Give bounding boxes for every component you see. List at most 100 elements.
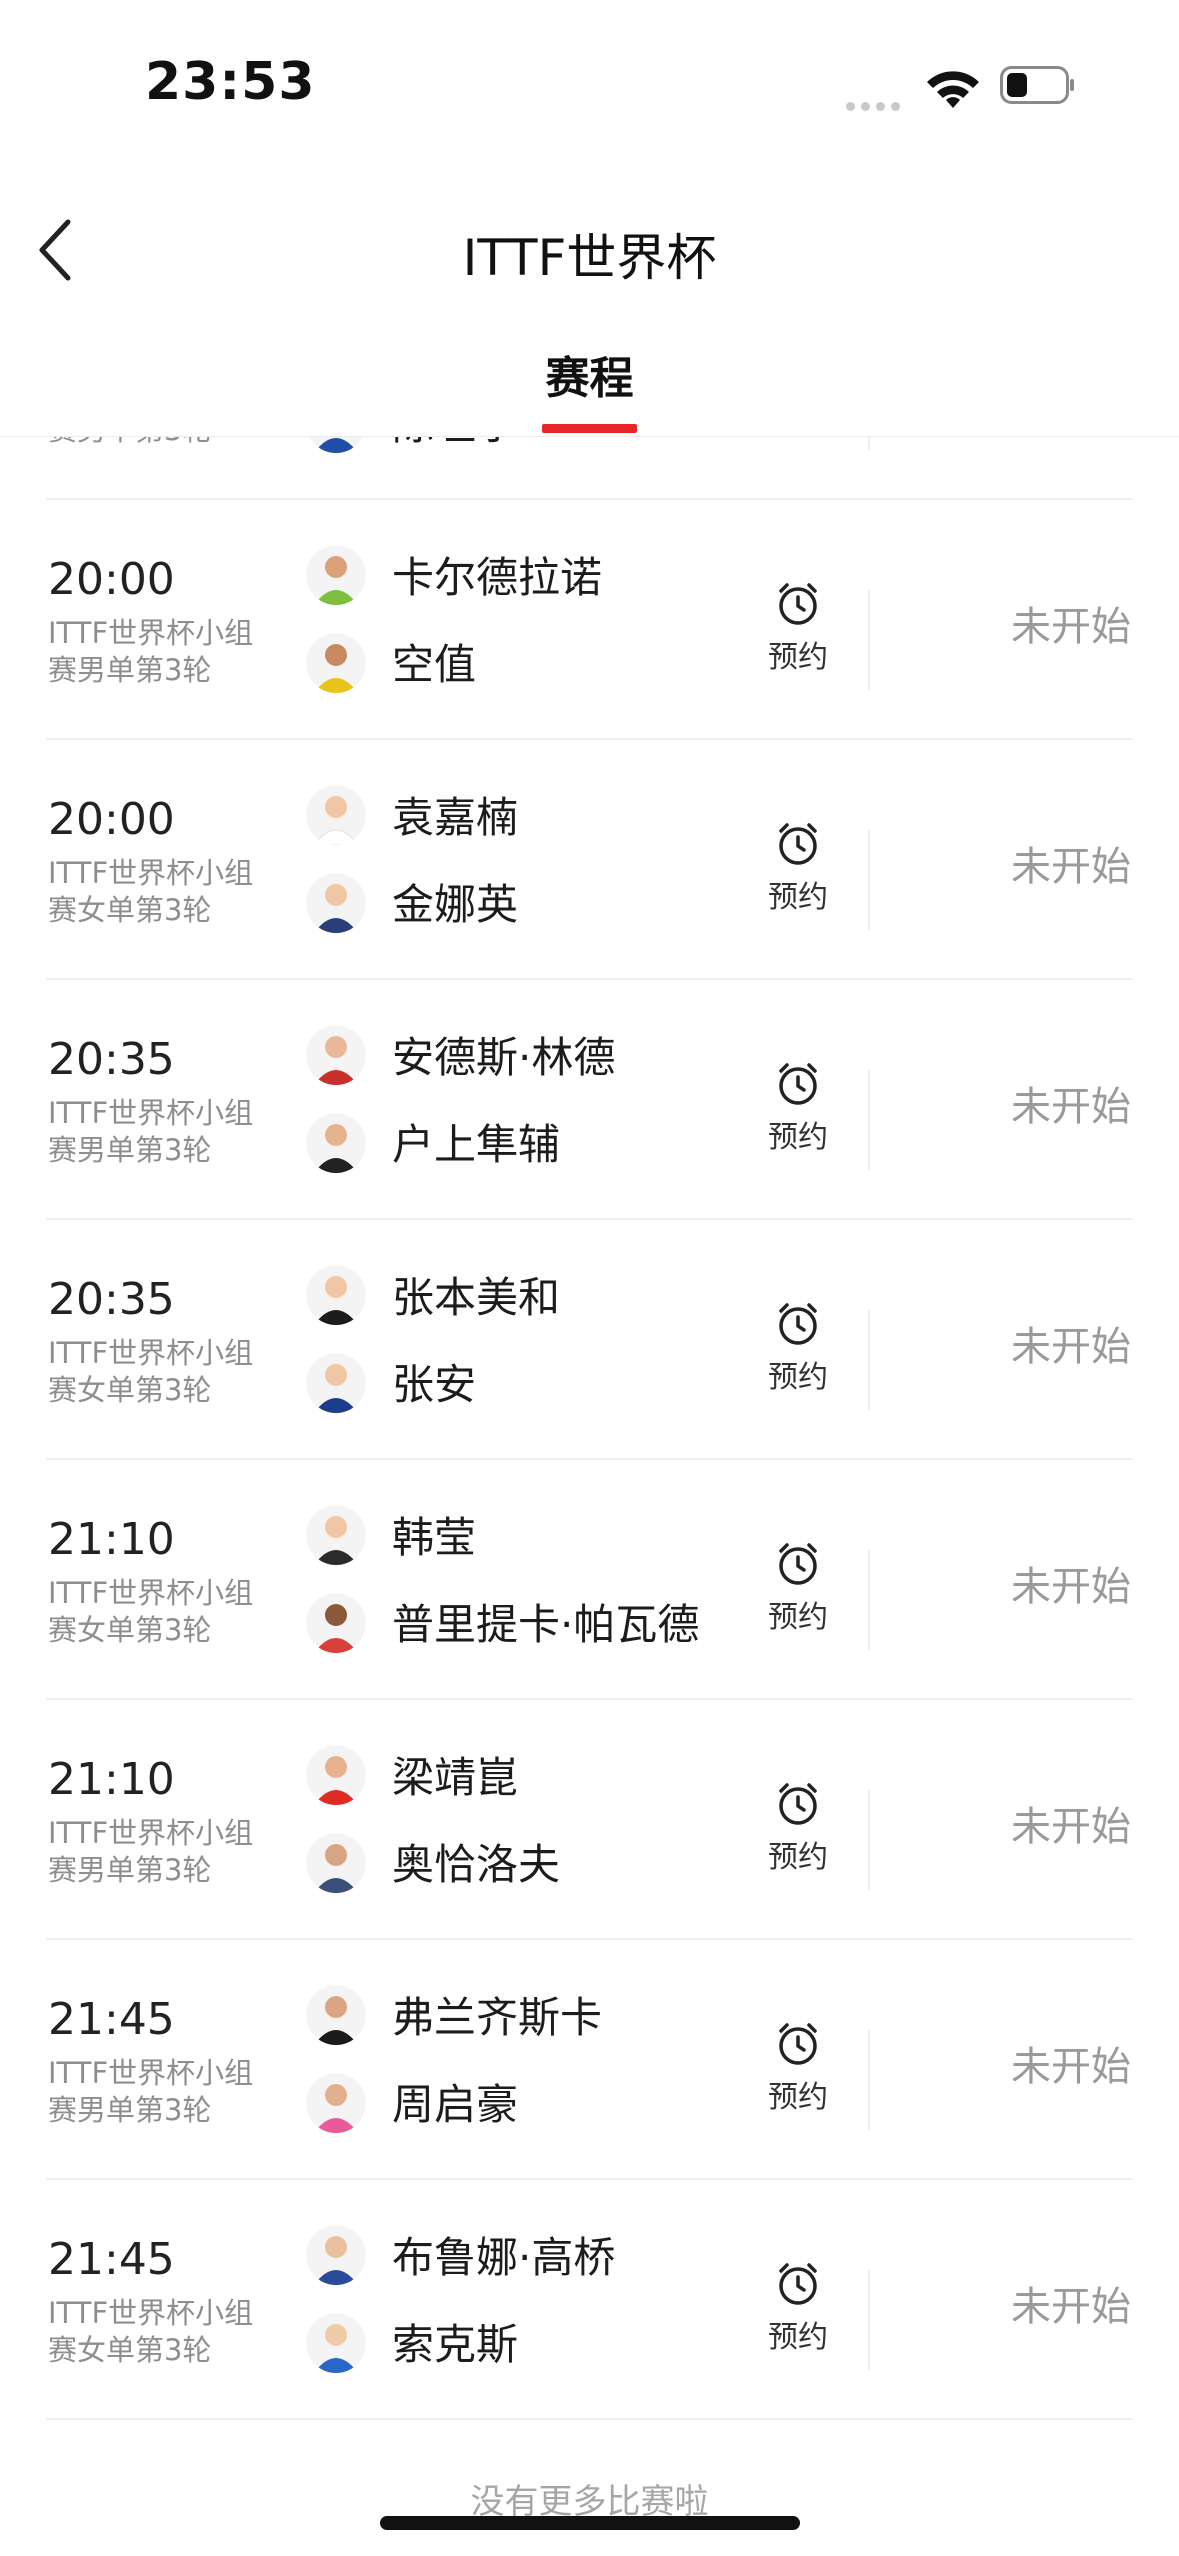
player-1-name: 韩莹	[392, 1513, 477, 1562]
reminder-label: 预约	[768, 640, 828, 675]
divider	[868, 1790, 870, 1890]
player-1-name: 袁嘉楠	[392, 793, 519, 842]
match-time: 20:35	[48, 1034, 175, 1085]
tab-schedule[interactable]: 赛程	[0, 342, 1179, 406]
player-avatar	[306, 1025, 366, 1085]
match-time: 21:45	[48, 2234, 175, 2285]
match-stage: ITTF世界杯小组赛男单第3轮	[48, 1096, 254, 1167]
player-2-name: 索克斯	[392, 2320, 519, 2369]
alarm-clock-icon	[779, 583, 817, 625]
navigation-bar: ITTF世界杯	[0, 170, 1179, 320]
reminder-label: 预约	[768, 1120, 828, 1155]
match-stage: ITTF世界杯小组赛女单第3轮	[48, 1336, 254, 1407]
match-status: 未开始	[1011, 1084, 1131, 1130]
reminder-button[interactable]: 预约	[760, 2020, 836, 2116]
match-row[interactable]: ITTF世界杯小组赛男单第3轮 陈垣宇 预约	[0, 437, 1179, 500]
match-row[interactable]: 20:35 ITTF世界杯小组赛男单第3轮 安德斯·林德 户上隼辅 预约 未开始	[0, 980, 1179, 1220]
status-time: 23:53	[145, 52, 316, 112]
match-row[interactable]: 20:35 ITTF世界杯小组赛女单第3轮 张本美和 张安 预约 未开始	[0, 1220, 1179, 1460]
player-avatar	[306, 1833, 366, 1893]
reminder-button[interactable]: 预约	[760, 1300, 836, 1396]
battery-icon	[1000, 66, 1074, 104]
divider	[868, 830, 870, 930]
reminder-button[interactable]: 预约	[760, 820, 836, 916]
match-row[interactable]: 21:10 ITTF世界杯小组赛男单第3轮 梁靖崑 奥恰洛夫 预约 未开始	[0, 1700, 1179, 1940]
match-stage: ITTF世界杯小组赛男单第3轮	[48, 616, 254, 687]
divider	[868, 1070, 870, 1170]
player-avatar	[306, 2225, 366, 2285]
reminder-label: 预约	[768, 1360, 828, 1395]
reminder-button[interactable]: 预约	[760, 1780, 836, 1876]
player-2-name: 陈垣宇	[392, 437, 518, 452]
player-1-name: 卡尔德拉诺	[392, 553, 603, 602]
match-row[interactable]: 20:00 ITTF世界杯小组赛女单第3轮 袁嘉楠 金娜英 预约 未开始	[0, 740, 1179, 980]
match-status: 未开始	[1011, 604, 1131, 650]
match-row[interactable]: 20:00 ITTF世界杯小组赛男单第3轮 卡尔德拉诺 空值 预约 未开始	[0, 500, 1179, 740]
player-1-name: 梁靖崑	[392, 1753, 519, 1802]
alarm-clock-icon	[779, 2263, 817, 2305]
match-status: 未开始	[1011, 1564, 1131, 1610]
alarm-clock-icon	[779, 2023, 817, 2065]
player-2-name: 周启豪	[392, 2080, 519, 2129]
player-avatar	[306, 437, 366, 453]
player-2-name: 张安	[392, 1360, 477, 1409]
match-stage: ITTF世界杯小组赛女单第3轮	[48, 2296, 254, 2367]
player-avatar	[306, 2313, 366, 2373]
match-stage: ITTF世界杯小组赛男单第3轮	[48, 1816, 254, 1887]
match-status: 未开始	[1011, 1324, 1131, 1370]
match-time: 21:10	[48, 1754, 175, 1805]
home-indicator[interactable]	[380, 2516, 800, 2530]
match-stage: ITTF世界杯小组赛女单第3轮	[48, 1576, 254, 1647]
reminder-button[interactable]: 预约	[760, 1540, 836, 1636]
reminder-label: 预约	[768, 1600, 828, 1635]
match-time: 21:45	[48, 1994, 175, 2045]
alarm-clock-icon	[779, 1783, 817, 1825]
divider	[868, 590, 870, 690]
player-avatar	[306, 1353, 366, 1413]
player-1-name: 安德斯·林德	[392, 1033, 616, 1082]
reminder-button[interactable]: 预约	[760, 1060, 836, 1156]
player-2-name: 户上隼辅	[392, 1120, 561, 1169]
player-avatar	[306, 873, 366, 933]
player-avatar	[306, 1593, 366, 1653]
match-row[interactable]: 21:45 ITTF世界杯小组赛女单第3轮 布鲁娜·高桥 索克斯 预约 未开始	[0, 2180, 1179, 2420]
wifi-icon	[927, 71, 979, 108]
tab-indicator	[542, 424, 637, 433]
status-bar: 23:53	[0, 0, 1179, 170]
match-row[interactable]: 21:45 ITTF世界杯小组赛男单第3轮 弗兰齐斯卡 周启豪 预约 未开始	[0, 1940, 1179, 2180]
player-avatar	[306, 1985, 366, 2045]
player-avatar	[306, 633, 366, 693]
player-avatar	[306, 1505, 366, 1565]
alarm-clock-icon	[779, 1303, 817, 1345]
reminder-label: 预约	[768, 880, 828, 915]
reminder-button[interactable]: 预约	[760, 580, 836, 676]
player-avatar	[306, 785, 366, 845]
tab-bar: 赛程	[0, 320, 1179, 437]
player-2-name: 普里提卡·帕瓦德	[392, 1600, 700, 1649]
player-avatar	[306, 1113, 366, 1173]
divider	[868, 437, 870, 450]
match-stage: ITTF世界杯小组赛男单第3轮	[48, 437, 278, 449]
player-2-name: 奥恰洛夫	[392, 1840, 561, 1889]
match-time: 20:35	[48, 1274, 175, 1325]
player-1-name: 弗兰齐斯卡	[392, 1993, 603, 2042]
player-avatar	[306, 1745, 366, 1805]
match-time: 20:00	[48, 794, 175, 845]
match-status: 未开始	[1011, 2284, 1131, 2330]
match-time: 20:00	[48, 554, 175, 605]
divider	[868, 1310, 870, 1410]
reminder-button[interactable]: 预约	[760, 2260, 836, 2356]
match-list[interactable]: ITTF世界杯小组赛男单第3轮 陈垣宇 预约 20:00 ITTF世界杯小组赛男…	[0, 437, 1179, 2427]
match-row[interactable]: 21:10 ITTF世界杯小组赛女单第3轮 韩莹 普里提卡·帕瓦德 预约 未开始	[0, 1460, 1179, 1700]
player-1-name: 张本美和	[392, 1273, 561, 1322]
reminder-label: 预约	[768, 2080, 828, 2115]
reminder-label: 预约	[768, 2320, 828, 2355]
player-avatar	[306, 1265, 366, 1325]
player-2-name: 空值	[392, 640, 477, 689]
alarm-clock-icon	[779, 1543, 817, 1585]
reminder-label: 预约	[768, 1840, 828, 1875]
match-time: 21:10	[48, 1514, 175, 1565]
match-status: 未开始	[1011, 2044, 1131, 2090]
divider	[868, 2270, 870, 2370]
player-avatar	[306, 545, 366, 605]
